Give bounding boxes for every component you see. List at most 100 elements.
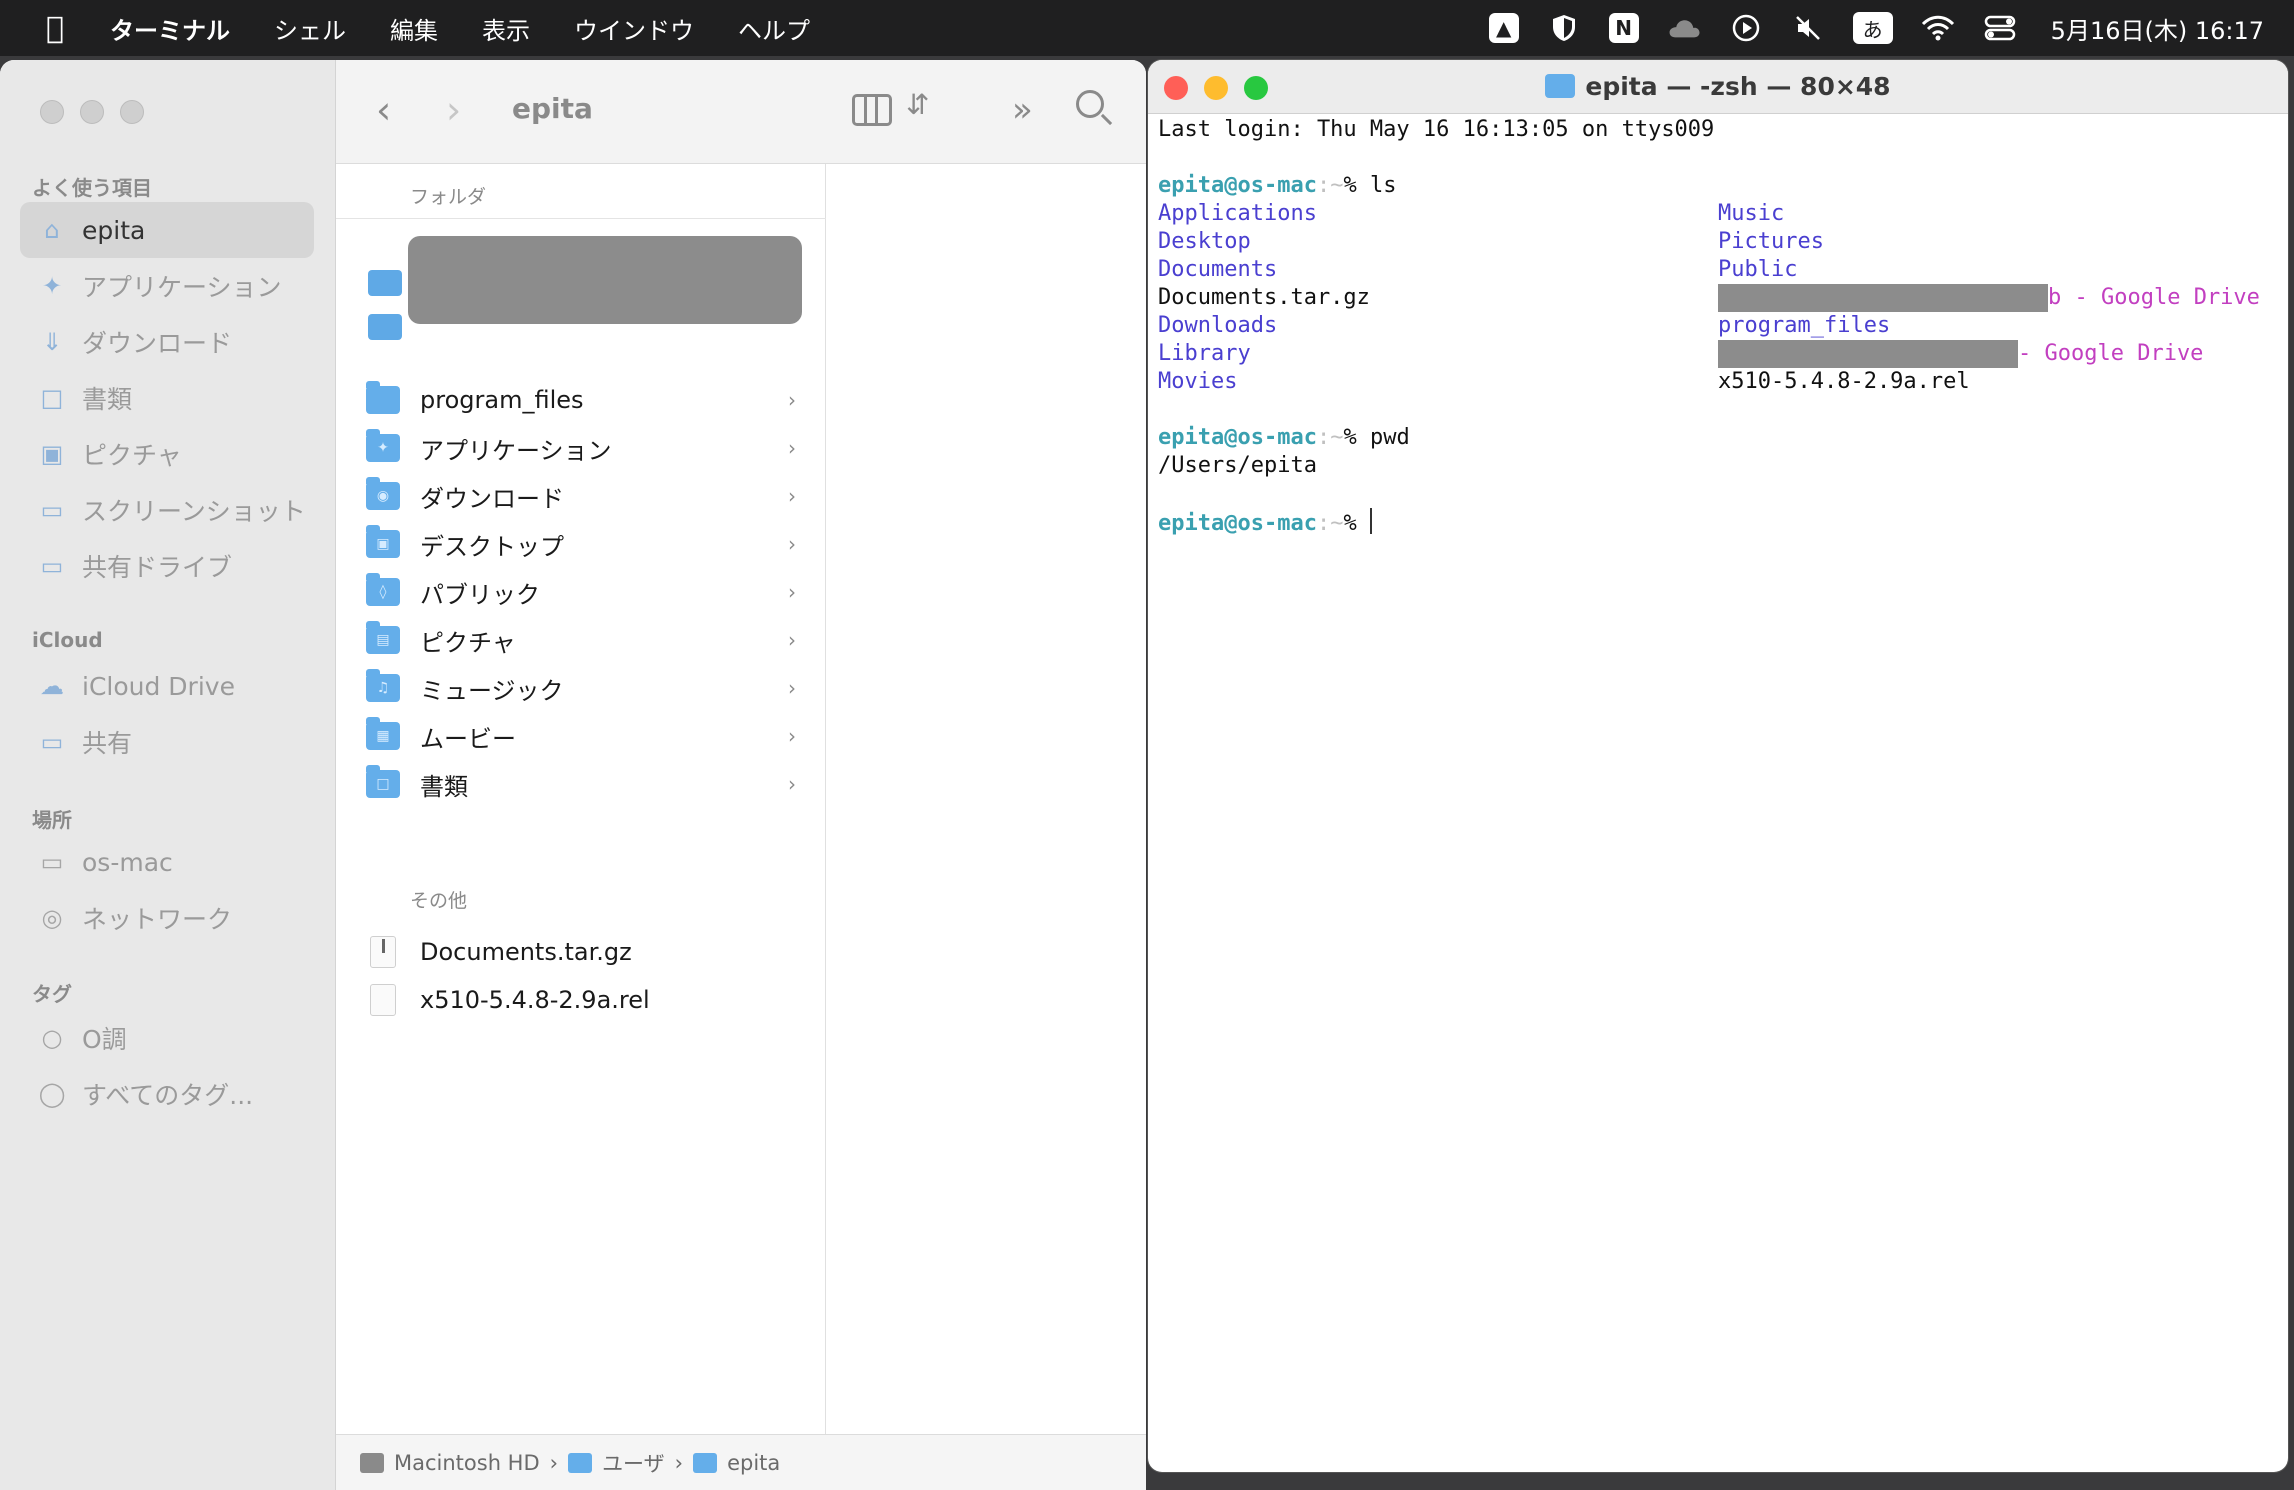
tag-circle-icon: ○ [41, 1024, 63, 1052]
close-button[interactable] [40, 100, 64, 124]
item-label: program_files [420, 386, 584, 414]
menu-shell[interactable]: シェル [274, 11, 346, 46]
item-label: Documents.tar.gz [420, 938, 632, 966]
notion-icon[interactable]: N [1608, 13, 1639, 43]
list-item[interactable]: ◊ パブリック › [356, 568, 806, 616]
folder-icon: ▭ [40, 552, 64, 580]
path-item[interactable]: Macintosh HD [394, 1451, 540, 1475]
menu-help[interactable]: ヘルプ [738, 11, 810, 46]
list-item[interactable]: ▤ ピクチャ › [356, 616, 806, 664]
item-label: デスクトップ [420, 532, 564, 561]
folder-icon: □ [366, 765, 400, 798]
item-label: ピクチャ [420, 628, 516, 657]
archive-file-icon [370, 936, 396, 968]
sidebar-item-downloads[interactable]: ⇓ ダウンロード [20, 314, 314, 370]
more-toolbar-icon[interactable]: » [1012, 90, 1033, 130]
prompt-user: epita@os-mac [1158, 425, 1317, 450]
google-drive-icon[interactable]: ▲ [1488, 13, 1519, 43]
applications-icon: ✦ [41, 272, 63, 300]
zoom-button[interactable] [120, 100, 144, 124]
menu-view[interactable]: 表示 [482, 11, 530, 46]
sidebar-item-applications[interactable]: ✦ アプリケーション [20, 258, 314, 314]
ls-entry: b - Google Drive [1718, 284, 2260, 312]
apple-icon[interactable]:  [0, 11, 110, 46]
prompt-path: :~ [1316, 425, 1344, 450]
sidebar-item-label: O調 [82, 1025, 127, 1054]
control-center-icon[interactable] [1983, 11, 2017, 45]
divider [336, 218, 826, 219]
list-item[interactable]: Documents.tar.gz [356, 928, 806, 976]
menu-edit[interactable]: 編集 [390, 11, 438, 46]
play-icon[interactable] [1729, 11, 1763, 45]
sidebar-item-label: ネットワーク [82, 905, 233, 934]
finder-toolbar: ‹ › epita ⇵ » [336, 60, 1146, 164]
sidebar-item-network[interactable]: ◎ ネットワーク [20, 890, 314, 946]
list-item[interactable]: □ 書類 › [356, 760, 806, 808]
list-item[interactable]: ▣ デスクトップ › [356, 520, 806, 568]
menu-app-name[interactable]: ターミナル [110, 11, 230, 46]
sidebar-section-icloud: iCloud [32, 628, 103, 652]
mute-icon[interactable] [1791, 11, 1825, 45]
ls-entry: Library [1158, 341, 1251, 366]
folder-icon: ▦ [366, 717, 400, 750]
cloud-icon[interactable] [1667, 11, 1701, 45]
back-chevron-icon[interactable]: ‹ [376, 88, 391, 132]
sidebar-item-shared-drive[interactable]: ▭ 共有ドライブ [20, 538, 314, 594]
redacted-region [1718, 340, 2018, 368]
menu-window[interactable]: ウインドウ [574, 11, 694, 46]
path-item[interactable]: epita [727, 1451, 780, 1475]
redacted-region [1718, 284, 2048, 312]
sidebar-item-documents[interactable]: □ 書類 [20, 370, 314, 426]
redacted-region [408, 236, 802, 324]
command-text: ls [1369, 173, 1397, 198]
search-icon[interactable] [1076, 90, 1104, 118]
chevron-right-icon: › [788, 388, 796, 412]
path-item[interactable]: ユーザ [602, 1448, 665, 1478]
wifi-icon[interactable] [1921, 11, 1955, 45]
ls-entry: Movies [1158, 369, 1238, 394]
input-method-icon[interactable]: あ [1852, 12, 1893, 44]
sidebar-item-icloud-drive[interactable]: ☁ iCloud Drive [20, 658, 314, 714]
item-label: ミュージック [420, 676, 564, 705]
sidebar-item-label: ピクチャ [82, 441, 182, 470]
shield-icon[interactable] [1547, 11, 1581, 45]
prompt-line: epita@os-mac:~% pwd [1158, 424, 1410, 452]
prompt-line: epita@os-mac:~% [1158, 508, 1372, 538]
ls-entry: - Google Drive [1718, 340, 2203, 368]
item-label: アプリケーション [420, 436, 612, 465]
prompt-path: :~ [1316, 511, 1344, 536]
sidebar-item-all-tags[interactable]: ◯ すべてのタグ... [20, 1066, 314, 1122]
sidebar-item-shared[interactable]: ▭ 共有 [20, 714, 314, 770]
list-item[interactable]: ♫ ミュージック › [356, 664, 806, 712]
list-item[interactable]: x510-5.4.8-2.9a.rel [356, 976, 806, 1024]
forward-chevron-icon[interactable]: › [446, 88, 461, 132]
sidebar-item-label: os-mac [82, 847, 173, 877]
home-icon: ⌂ [44, 216, 60, 244]
sidebar-item-tag-o[interactable]: ○ O調 [20, 1010, 314, 1066]
list-item[interactable]: ▦ ムービー › [356, 712, 806, 760]
sidebar-item-epita[interactable]: ⌂ epita [20, 202, 314, 258]
minimize-button[interactable] [80, 100, 104, 124]
others-header: その他 [410, 890, 468, 912]
sidebar-item-screenshots[interactable]: ▭ スクリーンショット [20, 482, 314, 538]
list-item[interactable]: ✦ アプリケーション › [356, 424, 806, 472]
sidebar-item-os-mac[interactable]: ▭ os-mac [20, 834, 314, 890]
terminal-title: epita — -zsh — 80×48 [1148, 72, 2288, 101]
chevron-right-icon: › [788, 628, 796, 652]
ls-entry: x510-5.4.8-2.9a.rel [1718, 369, 1970, 394]
list-item[interactable]: program_files › [356, 376, 806, 424]
column-view-icon[interactable] [852, 94, 892, 126]
folder-icon: ◊ [366, 573, 400, 606]
sidebar-item-label: 共有 [82, 729, 133, 758]
sidebar-section-tags: タグ [32, 982, 72, 1006]
sidebar-item-label: アプリケーション [82, 273, 282, 302]
sidebar-item-pictures[interactable]: ▣ ピクチャ [20, 426, 314, 482]
ls-entry: Applications [1158, 201, 1317, 226]
sidebar-item-label: 書類 [82, 385, 133, 414]
download-icon: ⇓ [41, 328, 63, 356]
list-item[interactable]: ◉ ダウンロード › [356, 472, 806, 520]
terminal-title-text: epita — -zsh — 80×48 [1585, 72, 1891, 101]
view-options-chevron-icon[interactable]: ⇵ [906, 88, 929, 121]
menu-clock[interactable]: 5月16日(木) 16:17 [2051, 11, 2264, 46]
sidebar-section-locations: 場所 [32, 808, 72, 832]
